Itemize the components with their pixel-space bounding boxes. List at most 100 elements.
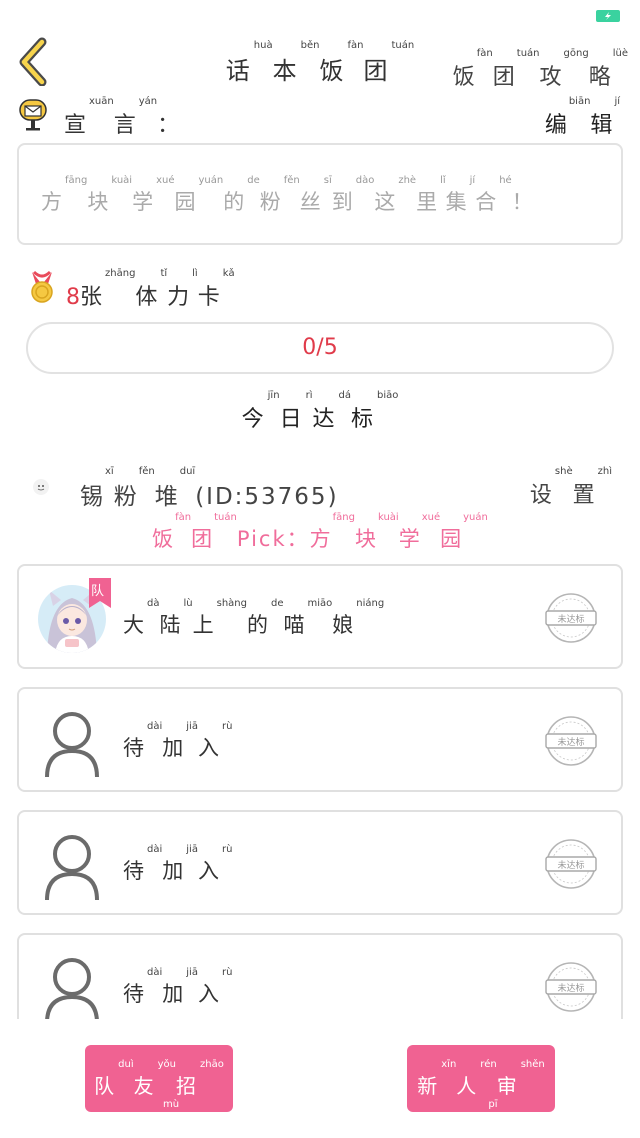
char: 方	[41, 190, 65, 214]
char: 块	[87, 190, 112, 214]
member-card[interactable]: 待dài 加 jiā 入 rù 未达标	[17, 810, 623, 915]
char: 园	[174, 190, 199, 214]
member-card[interactable]: 待dài 加 jiā 入 rù 未达标	[17, 687, 623, 792]
empty-avatar-icon	[37, 707, 107, 778]
pinyin: rù	[221, 721, 233, 732]
pinyin: dài	[147, 844, 163, 855]
approve-newcomers-button[interactable]: 新 xīn 人 rén 审 shěn 批 pī	[407, 1045, 555, 1138]
pinyin: gōng	[563, 48, 589, 59]
pinyin: fāng	[332, 512, 355, 523]
char: 合	[475, 190, 500, 214]
stamina-card-count: 8	[66, 285, 80, 310]
char: 入	[197, 736, 222, 760]
char: 团	[363, 57, 392, 85]
pinyin: jiā	[186, 844, 198, 855]
pinyin: dài	[147, 967, 163, 978]
char: 饭	[152, 527, 176, 551]
pinyin: rén	[480, 1059, 497, 1070]
pinyin: biāo	[376, 390, 399, 401]
char: 的	[223, 190, 248, 214]
char: 园	[440, 527, 464, 551]
char: 新	[417, 1074, 442, 1098]
pinyin: xuān	[89, 96, 114, 107]
char: 张	[80, 285, 106, 310]
pinyin: shàng	[216, 598, 247, 609]
char: 里	[416, 190, 441, 214]
pinyin: fěn	[283, 175, 300, 186]
pinyin: niáng	[356, 598, 385, 609]
pick-word: Pick：	[236, 527, 310, 551]
char: ：	[157, 113, 183, 138]
pinyin: tuán	[391, 40, 415, 51]
char: 学	[398, 527, 422, 551]
pinyin: duì	[118, 1059, 134, 1070]
pinyin: fàn	[175, 512, 192, 523]
stamina-cards: 8张zhāng体tǐ力lì卡kǎ	[66, 268, 235, 311]
pinyin: duī	[179, 466, 196, 477]
char: 入	[197, 859, 222, 883]
pinyin: kǎ	[222, 268, 235, 279]
pinyin: yuán	[463, 512, 488, 523]
pinyin: shè	[554, 466, 573, 477]
recruit-teammates-button[interactable]: 队 duì 友 yǒu招zhāo 募 mù	[85, 1045, 233, 1138]
pinyin: pī	[488, 1099, 498, 1110]
member-name: 待dài 加 jiā 入 rù	[123, 844, 232, 885]
pinyin: dà	[147, 598, 160, 609]
char: 入	[197, 982, 222, 1006]
char: 到	[331, 190, 356, 214]
stamp-text: 未达标	[557, 613, 584, 625]
pinyin: hé	[499, 175, 512, 186]
char: 话	[225, 57, 254, 85]
char: 喵	[283, 613, 308, 637]
char: 标	[350, 407, 377, 432]
settings-button[interactable]: 设 shè 置 zhì	[530, 466, 612, 509]
char: 攻	[539, 65, 564, 90]
pinyin: kuài	[377, 512, 399, 523]
declaration-box[interactable]: 方fāng块kuài学xué园yuán的de粉fěn丝sī到dào这zhè里lǐ…	[17, 143, 623, 245]
pinyin: rù	[221, 967, 233, 978]
today-target-label: 今 jīn 日 rì 达 dá 标 biāo	[0, 390, 640, 433]
char: 方	[309, 527, 333, 551]
pinyin: rì	[305, 390, 313, 401]
stamp-text: 未达标	[557, 859, 584, 871]
edit-button[interactable]: 编 biān 辑 jí	[545, 96, 620, 139]
pinyin: zhāng	[105, 268, 136, 279]
char: 言	[113, 113, 139, 138]
leader-badge: 队	[89, 578, 111, 608]
char: 批	[464, 1114, 489, 1138]
char: 这	[374, 190, 399, 214]
char: 娘	[332, 613, 357, 637]
pinyin: dá	[338, 390, 351, 401]
pinyin: yǒu	[157, 1059, 176, 1070]
stamp-text: 未达标	[557, 736, 584, 748]
char: 堆	[154, 484, 180, 510]
char: 队	[94, 1074, 119, 1098]
char: 陆	[159, 613, 184, 637]
char: 饭	[319, 57, 348, 85]
char: 上	[192, 613, 217, 637]
not-qualified-stamp: 未达标	[543, 715, 599, 767]
char: 块	[354, 527, 378, 551]
pinyin: rù	[221, 844, 233, 855]
pinyin: xī	[105, 466, 114, 477]
battery-icon	[596, 10, 620, 22]
group-pick: 饭 fàn 团 tuán Pick：方 fāng 块 kuài 学 xué 园 yuán	[0, 512, 640, 553]
member-name: 待dài 加 jiā 入 rù	[123, 967, 232, 1008]
pinyin: lù	[183, 598, 193, 609]
pinyin: jiā	[186, 967, 198, 978]
pinyin: xué	[156, 175, 175, 186]
pinyin: zhì	[597, 466, 612, 477]
member-card[interactable]: 待dài 加 jiā 入 rù 未达标	[17, 933, 623, 1019]
group-guide-link[interactable]: 饭 fàn 团 tuán 攻 gōng 略 lüè	[453, 48, 628, 91]
declaration-text: 方fāng块kuài学xué园yuán的de粉fěn丝sī到dào这zhè里lǐ…	[41, 175, 536, 216]
pinyin: fāng	[65, 175, 88, 186]
pinyin: kuài	[111, 175, 133, 186]
group-id: (ID:53765)	[195, 484, 339, 510]
char: 大	[123, 613, 147, 637]
member-card[interactable]: 队 大dà 陆 lù 上 shàng 的 de 喵 miāo 娘 niáng 未达标	[17, 564, 623, 669]
pinyin: xué	[421, 512, 441, 523]
pinyin: tǐ	[160, 268, 168, 279]
not-qualified-stamp: 未达标	[543, 592, 599, 644]
pinyin: fěn	[138, 466, 155, 477]
char: 编	[544, 113, 569, 138]
